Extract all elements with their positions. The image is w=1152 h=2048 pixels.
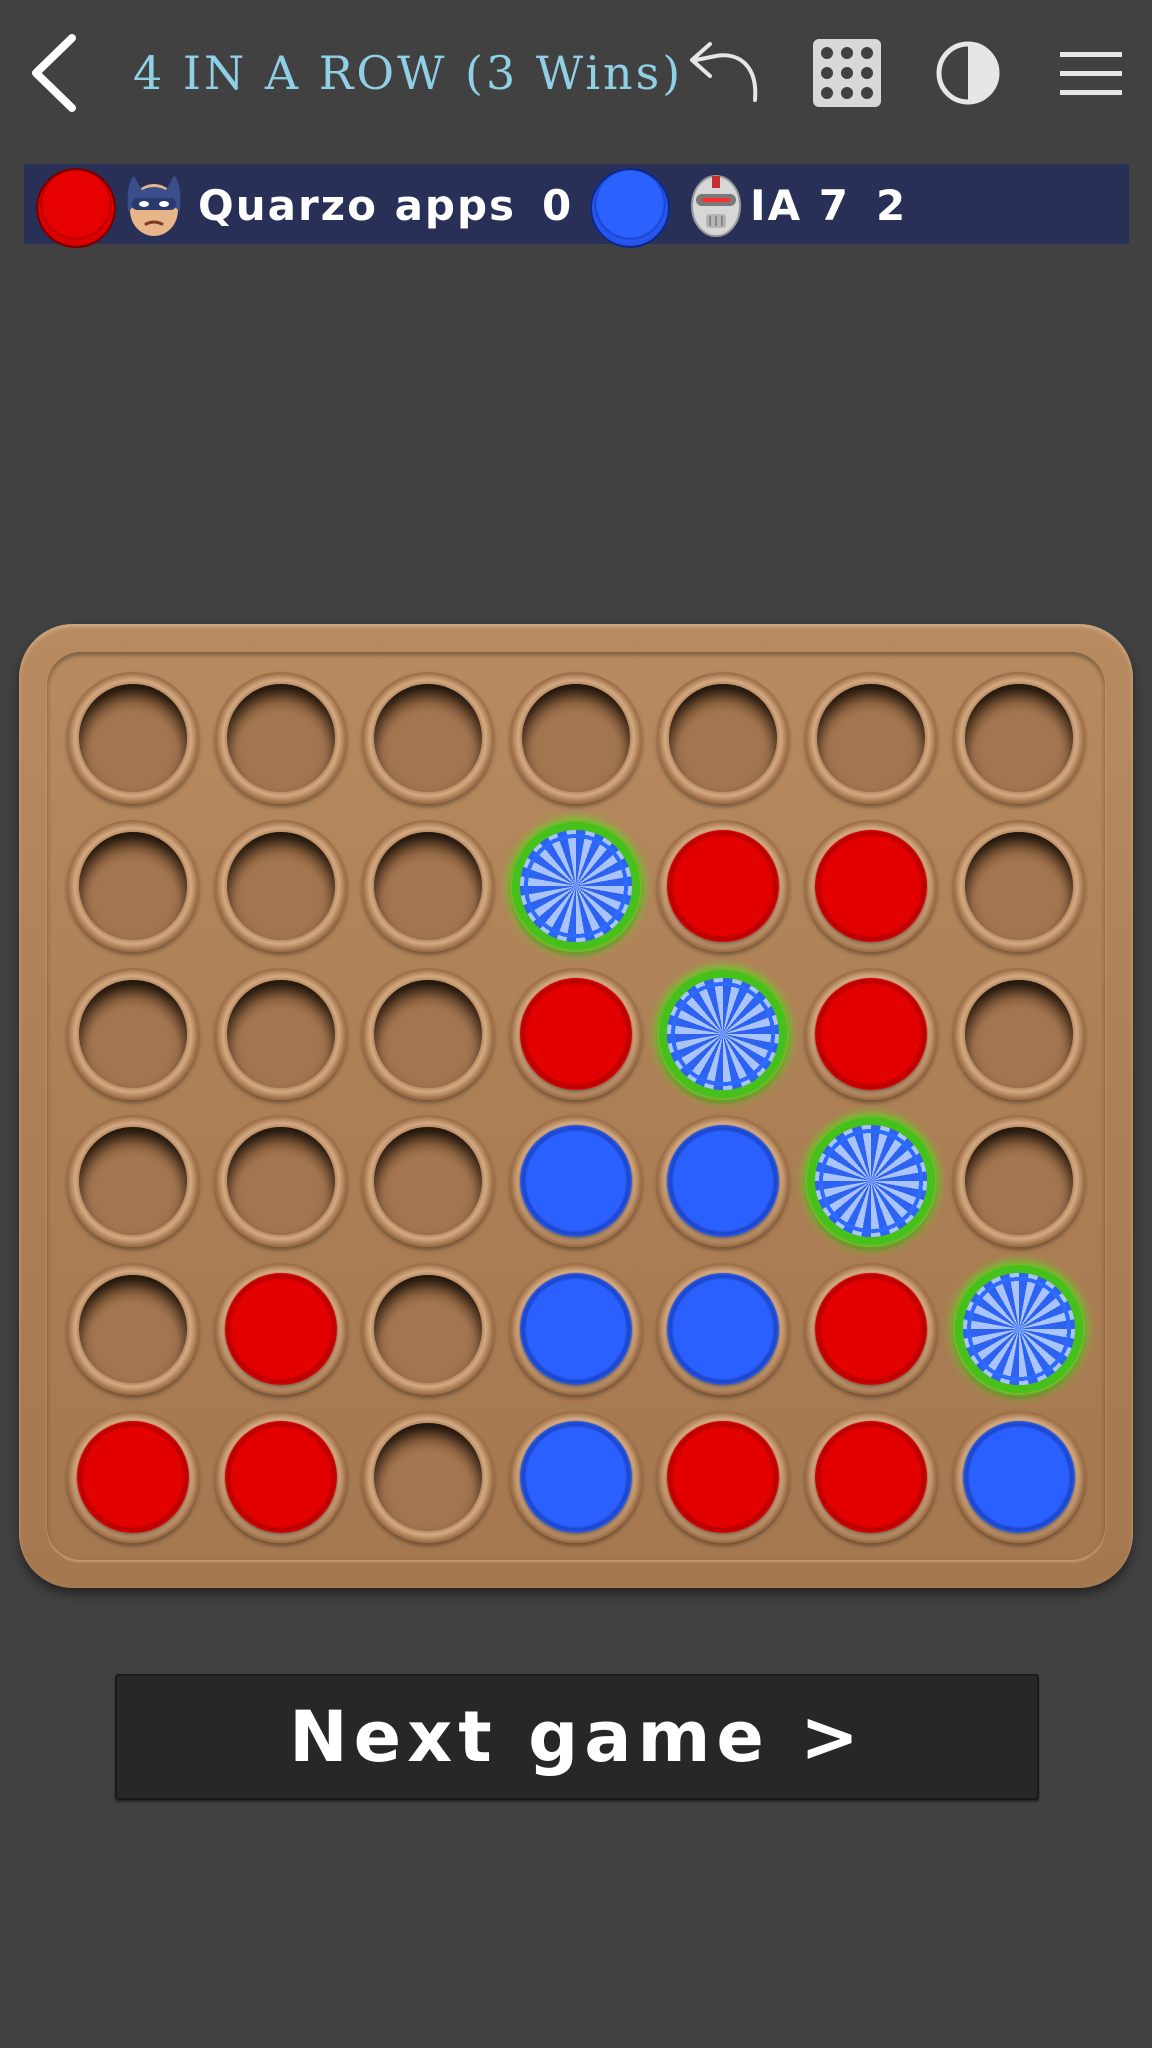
board-cell[interactable] (67, 1411, 199, 1543)
page-title: 4 IN A ROW (3 Wins) (133, 46, 684, 100)
board-cell[interactable] (67, 1115, 199, 1248)
board-cell[interactable] (214, 672, 347, 804)
board-cell[interactable] (214, 967, 347, 1100)
board-cell[interactable] (214, 1411, 347, 1543)
red-chip-icon (36, 168, 116, 248)
masked-hero-avatar-icon (120, 172, 188, 238)
board-cell[interactable] (657, 1115, 790, 1248)
board-cell[interactable] (805, 819, 937, 952)
player2-name: IA 7 (750, 181, 850, 230)
board-cell[interactable] (952, 672, 1085, 804)
board-cell[interactable] (805, 1411, 937, 1543)
player1-score: 0 (542, 181, 574, 230)
blue-disc (667, 1125, 780, 1238)
board-cell[interactable] (362, 819, 495, 952)
red-disc (667, 829, 780, 942)
board-cell[interactable] (952, 967, 1085, 1100)
board-cell[interactable] (509, 1263, 642, 1396)
blue-disc (667, 1273, 780, 1386)
board-cell[interactable] (805, 672, 937, 804)
menu-icon[interactable] (1048, 30, 1134, 116)
board-cell[interactable] (657, 967, 790, 1100)
winning-blue-disc (659, 969, 788, 1098)
blue-disc (519, 1125, 632, 1238)
player1-name: Quarzo apps (198, 181, 517, 230)
board-cell[interactable] (509, 1411, 642, 1543)
red-disc (519, 977, 632, 1090)
winning-blue-disc (954, 1265, 1083, 1394)
board-cell[interactable] (952, 1263, 1085, 1396)
board-cell[interactable] (362, 672, 495, 804)
grid-icon[interactable] (804, 30, 890, 116)
red-disc (224, 1273, 337, 1386)
back-arrow-icon[interactable] (22, 28, 92, 118)
board-cell[interactable] (657, 819, 790, 952)
red-disc (815, 1273, 927, 1386)
player2-score: 2 (876, 181, 908, 230)
red-disc (224, 1421, 337, 1533)
board-cell[interactable] (67, 967, 199, 1100)
board-cell[interactable] (805, 967, 937, 1100)
red-disc (815, 977, 927, 1090)
board-cell[interactable] (214, 819, 347, 952)
next-game-button[interactable]: Next game > (115, 1674, 1039, 1800)
board-cell[interactable] (362, 1263, 495, 1396)
board-cell[interactable] (657, 672, 790, 804)
game-board[interactable] (19, 624, 1133, 1588)
board-cell[interactable] (509, 967, 642, 1100)
blue-disc (519, 1273, 632, 1386)
board-cell[interactable] (67, 672, 199, 804)
board-cell[interactable] (362, 1115, 495, 1248)
robot-avatar-icon (682, 172, 750, 238)
board-cell[interactable] (509, 1115, 642, 1248)
board-cell[interactable] (657, 1263, 790, 1396)
score-bar: Quarzo apps 0 IA 7 2 (24, 164, 1129, 248)
board-cell[interactable] (952, 819, 1085, 952)
red-disc (77, 1421, 189, 1533)
board-cell[interactable] (67, 1263, 199, 1396)
board-cell[interactable] (362, 967, 495, 1100)
board-cell[interactable] (952, 1115, 1085, 1248)
blue-disc (962, 1421, 1075, 1533)
blue-chip-icon (590, 168, 670, 248)
board-cell[interactable] (805, 1263, 937, 1396)
board-cell[interactable] (214, 1263, 347, 1396)
board-cell[interactable] (509, 672, 642, 804)
board-cell[interactable] (67, 819, 199, 952)
blue-disc (519, 1421, 632, 1533)
board-cell[interactable] (657, 1411, 790, 1543)
board-cell[interactable] (214, 1115, 347, 1248)
winning-blue-disc (511, 821, 640, 950)
winning-blue-disc (807, 1117, 935, 1246)
red-disc (667, 1421, 780, 1533)
red-disc (815, 829, 927, 942)
undo-icon[interactable] (680, 30, 766, 116)
contrast-icon[interactable] (925, 30, 1011, 116)
board-cell[interactable] (952, 1411, 1085, 1543)
board-cell[interactable] (362, 1411, 495, 1543)
board-cell[interactable] (805, 1115, 937, 1248)
red-disc (815, 1421, 927, 1533)
board-cell[interactable] (509, 819, 642, 952)
top-bar: 4 IN A ROW (3 Wins) (0, 0, 1152, 145)
